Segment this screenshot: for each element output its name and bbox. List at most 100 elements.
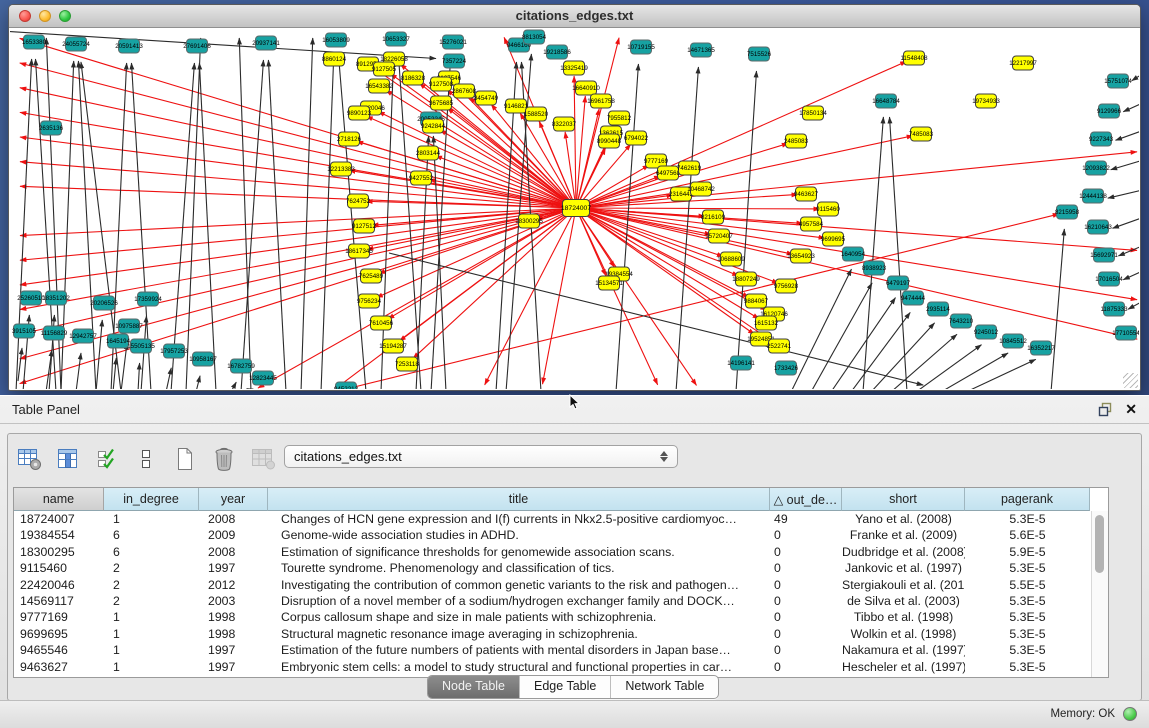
graph-node[interactable]: 9890123 <box>347 106 372 120</box>
window-resize-grip[interactable] <box>1123 373 1138 388</box>
table-cell[interactable]: 2012 <box>199 577 268 593</box>
graph-node[interactable]: 18807249 <box>732 272 760 286</box>
table-cell[interactable]: 6 <box>104 527 199 543</box>
table-cell[interactable]: de Silva et al. (2003) <box>842 593 965 609</box>
table-cell[interactable]: Jankovic et al. (1997) <box>842 560 965 576</box>
table-cell[interactable]: 14569117 <box>14 593 104 609</box>
graph-edge[interactable] <box>1132 71 1139 81</box>
graph-node[interactable]: 18617345 <box>345 244 373 258</box>
table-cell[interactable]: 2008 <box>199 544 268 560</box>
graph-node[interactable]: 17710554 <box>1112 326 1139 340</box>
graph-node[interactable]: 14196141 <box>727 356 755 370</box>
graph-edge[interactable] <box>96 320 102 389</box>
graph-node[interactable]: 2803144 <box>416 146 441 160</box>
table-cell[interactable]: 0 <box>770 527 842 543</box>
graph-node[interactable]: 11548408 <box>900 51 928 65</box>
graph-node[interactable]: 9452212 <box>334 382 359 389</box>
table-cell[interactable]: 1 <box>104 609 199 625</box>
table-cell[interactable]: 5.3E-5 <box>965 560 1090 576</box>
graph-edge[interactable] <box>966 359 1036 389</box>
graph-node[interactable]: 7253118 <box>395 357 419 371</box>
table-cell[interactable]: Dudbridge et al. (2008) <box>842 544 965 560</box>
tab-network-table[interactable]: Network Table <box>610 676 718 698</box>
row-height-icon[interactable] <box>133 446 159 472</box>
graph-edge[interactable] <box>20 63 576 208</box>
graph-node[interactable]: 12942757 <box>69 329 97 343</box>
graph-node[interactable]: 1653380 <box>22 35 47 49</box>
graph-edge[interactable] <box>1128 299 1139 309</box>
table-cell[interactable]: 5.9E-5 <box>965 544 1090 560</box>
table-cell[interactable]: 2009 <box>199 527 268 543</box>
graph-node[interactable]: 16543382 <box>365 79 393 93</box>
table-cell[interactable]: 5.3E-5 <box>965 626 1090 642</box>
table-cell[interactable]: Structural magnetic resonance image aver… <box>268 626 770 642</box>
graph-node[interactable]: 9127508 <box>429 77 454 91</box>
graph-edge[interactable] <box>891 334 957 389</box>
graph-node[interactable]: 4957584 <box>799 217 824 231</box>
table-cell[interactable]: 1997 <box>199 642 268 658</box>
graph-edge[interactable] <box>1108 189 1139 198</box>
table-cell[interactable]: 5.3E-5 <box>965 659 1090 675</box>
table-settings-icon[interactable] <box>16 446 42 472</box>
graph-node[interactable]: 7485083 <box>909 127 934 141</box>
table-cell[interactable]: 9463627 <box>14 659 104 675</box>
graph-node[interactable]: 7357224 <box>442 54 467 68</box>
graph-node[interactable]: 19734933 <box>972 94 1000 108</box>
graph-node[interactable]: 19218586 <box>543 45 571 59</box>
graph-node[interactable]: 9245012 <box>974 325 999 339</box>
table-row[interactable]: 946554611997Estimation of the future num… <box>14 642 1108 658</box>
table-cell[interactable]: 0 <box>770 659 842 675</box>
graph-node[interactable]: 2485083 <box>784 134 809 148</box>
graph-node[interactable]: 7462619 <box>677 161 702 175</box>
table-cell[interactable]: Estimation of the future numbers of pati… <box>268 642 770 658</box>
graph-node[interactable]: 10975887 <box>115 319 143 333</box>
graph-node[interactable]: 20591413 <box>115 39 143 53</box>
table-cell[interactable]: 5.3E-5 <box>965 642 1090 658</box>
graph-node[interactable]: 15194287 <box>379 339 407 353</box>
graph-node[interactable]: 12823445 <box>249 371 277 385</box>
table-cell[interactable]: Hescheler et al. (1997) <box>842 659 965 675</box>
graph-node[interactable]: 9129966 <box>1097 104 1122 118</box>
graph-node[interactable]: 16961758 <box>587 94 615 108</box>
table-cell[interactable]: 18300295 <box>14 544 104 560</box>
graph-node[interactable]: 17957253 <box>160 344 188 358</box>
graph-node[interactable]: 8322037 <box>552 117 577 131</box>
graph-edge[interactable] <box>890 117 907 389</box>
close-panel-icon[interactable]: ✕ <box>1125 401 1137 417</box>
graph-node[interactable]: 2522741 <box>767 339 792 353</box>
table-cell[interactable]: 0 <box>770 609 842 625</box>
import-table-icon[interactable] <box>250 446 276 472</box>
table-cell[interactable]: Wolkin et al. (1998) <box>842 626 965 642</box>
table-cell[interactable]: 19384554 <box>14 527 104 543</box>
graph-node[interactable]: 8186328 <box>401 71 426 85</box>
delete-table-icon[interactable] <box>211 446 237 472</box>
memory-status-indicator[interactable] <box>1123 707 1137 721</box>
graph-node[interactable]: 15751074 <box>1104 74 1132 88</box>
graph-node[interactable]: 15505135 <box>127 339 155 353</box>
graph-edge[interactable] <box>171 63 194 389</box>
graph-node[interactable]: 16640910 <box>572 81 600 95</box>
graph-edge[interactable] <box>863 117 883 389</box>
float-panel-icon[interactable] <box>1098 402 1113 417</box>
table-cell[interactable]: 5.5E-5 <box>965 577 1090 593</box>
table-cell[interactable]: Stergiakouli et al. (2012) <box>842 577 965 593</box>
table-cell[interactable]: 1 <box>104 626 199 642</box>
graph-node[interactable]: 12093822 <box>1082 161 1110 175</box>
graph-edge[interactable] <box>1111 159 1139 170</box>
graph-node[interactable]: 15276021 <box>439 35 467 49</box>
table-cell[interactable]: 5.3E-5 <box>965 593 1090 609</box>
graph-node[interactable]: 8215958 <box>1055 205 1080 219</box>
create-table-icon[interactable] <box>172 446 198 472</box>
graph-edge[interactable] <box>138 363 140 389</box>
graph-edge[interactable] <box>811 283 872 389</box>
graph-node[interactable]: 9884067 <box>744 294 769 308</box>
graph-edge[interactable] <box>196 376 200 389</box>
table-row[interactable]: 911546021997Tourette syndrome. Phenomeno… <box>14 560 1108 576</box>
table-cell[interactable]: Yano et al. (2008) <box>842 511 965 527</box>
table-row[interactable]: 946362711997Embryonic stem cells: a mode… <box>14 659 1108 675</box>
graph-node[interactable]: 6479197 <box>886 276 911 290</box>
graph-node[interactable]: 15720407 <box>705 229 733 243</box>
table-cell[interactable]: 18724007 <box>14 511 104 527</box>
graph-node[interactable]: 2867608 <box>452 84 477 98</box>
graph-node[interactable]: 9242844 <box>421 119 446 133</box>
